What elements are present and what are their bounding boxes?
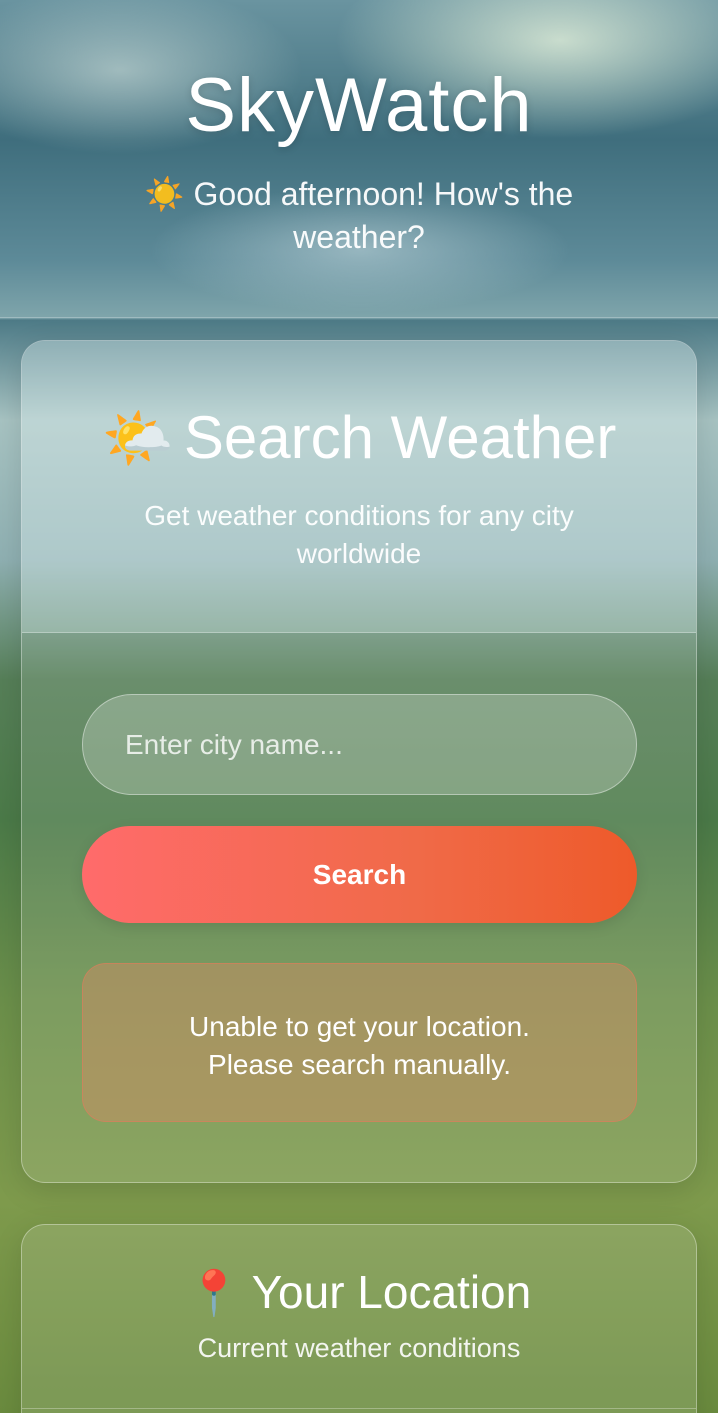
search-button[interactable]: Search <box>82 826 637 923</box>
search-card-title-text: Search Weather <box>183 404 617 471</box>
pin-icon: 📍 <box>186 1268 242 1319</box>
city-search-input[interactable] <box>82 694 637 795</box>
error-line-1: Unable to get your location. <box>189 1011 530 1042</box>
greeting: ☀️ Good afternoon! How's the weather? <box>110 173 608 259</box>
divider <box>22 1408 696 1409</box>
search-card-title: 🌤️ Search Weather <box>22 403 696 473</box>
search-weather-card: 🌤️ Search Weather Get weather conditions … <box>21 340 697 1183</box>
error-line-2: Please search manually. <box>208 1049 511 1080</box>
app-title: SkyWatch <box>185 63 533 148</box>
sun-icon: ☀️ <box>144 175 185 213</box>
your-location-card: 📍 Your Location Current weather condition… <box>21 1224 697 1413</box>
app-header: SkyWatch ☀️ Good afternoon! How's the we… <box>0 0 718 318</box>
location-error-message: Unable to get your location. Please sear… <box>82 963 637 1122</box>
search-card-subtitle: Get weather conditions for any city worl… <box>144 500 574 569</box>
search-card-header: 🌤️ Search Weather Get weather conditions … <box>22 341 696 633</box>
location-card-title: 📍 Your Location <box>22 1265 696 1319</box>
sun-behind-cloud-icon: 🌤️ <box>101 404 174 472</box>
location-card-subtitle: Current weather conditions <box>197 1333 521 1363</box>
location-card-title-text: Your Location <box>251 1266 532 1318</box>
greeting-text: Good afternoon! How's the weather? <box>193 176 574 255</box>
